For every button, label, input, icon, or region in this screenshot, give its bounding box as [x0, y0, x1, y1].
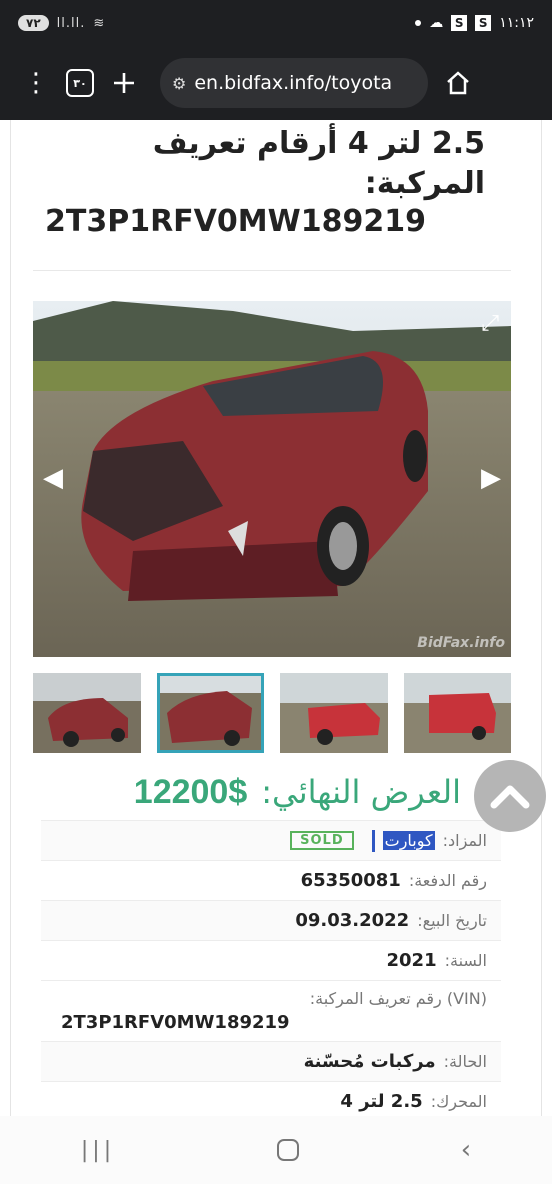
home-icon — [447, 71, 469, 95]
thumbnail-image — [33, 673, 141, 753]
thumbnail-strip — [33, 673, 511, 753]
lot-row: رقم الدفعة: 65350081 — [41, 860, 501, 900]
condition-value: مركبات مُحسّنة — [303, 1051, 436, 1072]
more-vert-icon[interactable]: ⋮ — [14, 61, 58, 105]
main-car-photo[interactable]: ◀ ▶ ⤢ BidFax.info — [33, 301, 511, 657]
status-right: ☁ S S ١١:١٢ — [415, 15, 534, 31]
engine-row: المحرك: 2.5 لتر 4 — [41, 1081, 501, 1116]
watermark: BidFax.info — [417, 635, 505, 651]
battery-indicator: ٧٢ — [18, 15, 49, 31]
engine-label: المحرك: — [430, 1092, 487, 1111]
prev-photo-icon[interactable]: ◀ — [43, 463, 63, 493]
clock: ١١:١٢ — [499, 15, 534, 31]
system-nav-bar: ||| ‹ — [0, 1116, 552, 1184]
auction-label: المزاد: — [442, 831, 487, 850]
thumbnail-image — [403, 673, 511, 753]
signal-icon: ll.ll. — [56, 15, 86, 31]
auction-row: المزاد: كوبارت SOLD — [41, 820, 501, 860]
tab-count: ٣٠ — [66, 69, 94, 97]
auction-value[interactable]: كوبارت — [382, 831, 435, 850]
status-left: ٧٢ ll.ll. ≋ — [18, 15, 105, 31]
lot-value: 65350081 — [300, 870, 401, 891]
s-app-icon: S — [451, 15, 468, 31]
cloud-icon: ☁ — [429, 15, 444, 31]
vin-row: (VIN) رقم تعريف المركبة: 2T3P1RFV0MW1892… — [41, 980, 501, 1041]
sold-badge: SOLD — [290, 831, 354, 850]
car-photo-image — [33, 301, 511, 657]
expand-icon[interactable]: ⤢ — [481, 311, 499, 336]
s-app-icon: S — [475, 15, 492, 31]
thumbnail[interactable] — [403, 673, 511, 753]
year-row: السنة: 2021 — [41, 940, 501, 980]
tab-switcher-button[interactable]: ٣٠ — [58, 61, 102, 105]
final-price-value: 12200$ — [133, 773, 248, 811]
browser-toolbar: ⋮ ٣٠ ⚙ en.bidfax.info/toyota — [0, 46, 552, 120]
sale-date-value: 09.03.2022 — [295, 910, 410, 931]
next-photo-icon[interactable]: ▶ — [481, 463, 501, 493]
back-icon[interactable]: ‹ — [461, 1135, 471, 1165]
site-settings-icon[interactable]: ⚙ — [172, 74, 186, 93]
address-bar[interactable]: ⚙ en.bidfax.info/toyota — [160, 58, 428, 108]
condition-row: الحالة: مركبات مُحسّنة — [41, 1041, 501, 1081]
home-button[interactable] — [436, 61, 480, 105]
lot-label: رقم الدفعة: — [408, 871, 487, 890]
url-text: en.bidfax.info/toyota — [194, 72, 393, 94]
divider — [33, 270, 511, 271]
wifi-icon: ≋ — [93, 15, 106, 31]
year-label: السنة: — [444, 951, 487, 970]
listing-title: 2.5 لتر 4 أرقام تعريف المركبة: — [152, 126, 485, 201]
thumbnail[interactable] — [33, 673, 141, 753]
home-nav-icon[interactable] — [276, 1139, 299, 1161]
status-bar: ٧٢ ll.ll. ≋ ☁ S S ١١:١٢ — [0, 0, 552, 46]
vin-value: 2T3P1RFV0MW189219 — [61, 1012, 290, 1033]
final-price-label: العرض النهائي: — [261, 773, 461, 811]
recent-apps-icon[interactable]: ||| — [81, 1138, 115, 1163]
scroll-to-top-button[interactable] — [474, 760, 546, 832]
sale-date-row: تاريخ البيع: 09.03.2022 — [41, 900, 501, 940]
new-tab-button[interactable] — [102, 61, 146, 105]
condition-label: الحالة: — [443, 1052, 487, 1071]
year-value: 2021 — [386, 950, 437, 971]
thumbnail-image — [280, 673, 388, 753]
details-list: المزاد: كوبارت SOLD رقم الدفعة: 65350081… — [41, 820, 501, 1116]
engine-value: 2.5 لتر 4 — [340, 1091, 423, 1112]
thumbnail-active[interactable] — [156, 673, 264, 753]
final-price: العرض النهائي: 12200$ — [11, 773, 541, 812]
listing-title-vin: 2T3P1RFV0MW189219 — [45, 204, 426, 239]
vin-label: (VIN) رقم تعريف المركبة: — [309, 989, 487, 1008]
thumbnail[interactable] — [280, 673, 388, 753]
chevron-up-icon — [490, 785, 530, 809]
plus-icon — [114, 73, 134, 93]
text-cursor — [371, 829, 375, 852]
thumbnail-image — [156, 673, 264, 753]
page-content: 2.5 لتر 4 أرقام تعريف المركبة: 2T3P1RFV0… — [10, 120, 542, 1116]
sale-date-label: تاريخ البيع: — [417, 911, 487, 930]
notification-dot-icon — [415, 20, 422, 26]
